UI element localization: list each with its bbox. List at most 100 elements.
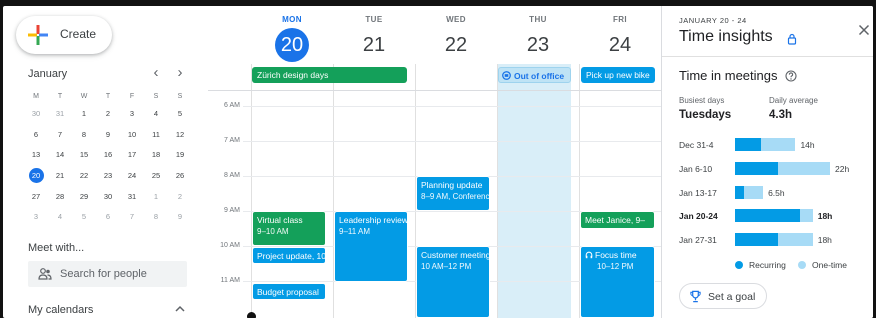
meetings-bar-row: Jan 27-31 18h xyxy=(662,233,873,247)
mini-calendar-day[interactable]: 2 xyxy=(96,104,120,125)
day-of-week: MON xyxy=(282,15,302,24)
weekday-header: S xyxy=(153,93,159,100)
day-number: 13 xyxy=(31,150,41,160)
busiest-days-value: Tuesdays xyxy=(679,109,732,121)
mini-calendar-day[interactable]: 15 xyxy=(72,145,96,166)
calendar-event[interactable]: Customer meeting 10 AM–12 PM xyxy=(416,246,490,318)
calendar-event[interactable]: Meet Janice, 9– xyxy=(580,211,655,229)
calendar-event[interactable]: Budget proposal xyxy=(252,283,326,300)
mini-calendar-day[interactable]: 4 xyxy=(144,104,168,125)
mini-calendar-day[interactable]: 31 xyxy=(48,104,72,125)
mini-calendar-day[interactable]: 25 xyxy=(144,166,168,187)
mini-calendar-day[interactable]: 14 xyxy=(48,145,72,166)
day-column-divider xyxy=(251,64,252,318)
day-number: 2 xyxy=(177,191,183,201)
mini-calendar-day[interactable]: 1 xyxy=(144,187,168,208)
mini-calendar-day[interactable]: 5 xyxy=(72,207,96,228)
weekday-header: M xyxy=(33,93,39,100)
mini-calendar-day[interactable]: 8 xyxy=(144,207,168,228)
time-insights-panel: JANUARY 20 - 24 Time insights Time in me… xyxy=(661,6,873,318)
mini-calendar-day[interactable]: 22 xyxy=(72,166,96,187)
mini-calendar-day[interactable]: 7 xyxy=(120,207,144,228)
mini-calendar-day[interactable]: 2 xyxy=(168,187,192,208)
day-header-tue[interactable]: TUE 21 xyxy=(333,6,415,62)
event-title: Out of office xyxy=(514,71,565,81)
mini-calendar-day[interactable]: 1 xyxy=(72,104,96,125)
day-number: 19 xyxy=(175,150,185,160)
weekday-header: F xyxy=(129,93,135,100)
close-icon[interactable] xyxy=(858,24,870,36)
mini-calendar-day[interactable]: 6 xyxy=(24,125,48,146)
mini-calendar-day[interactable]: 16 xyxy=(96,145,120,166)
one-time-swatch xyxy=(798,261,806,269)
day-header-thu[interactable]: THU 23 xyxy=(497,6,579,62)
mini-calendar-day[interactable]: 7 xyxy=(48,125,72,146)
chevron-up-icon[interactable] xyxy=(173,303,187,315)
mini-calendar-day[interactable]: 13 xyxy=(24,145,48,166)
legend-label: One-time xyxy=(812,260,847,270)
week-label: Jan 20-24 xyxy=(679,211,718,221)
hour-label: 8 AM xyxy=(224,172,240,179)
event-title: Project update, 10 xyxy=(257,251,326,261)
mini-calendar-day[interactable]: 8 xyxy=(72,125,96,146)
mini-calendar-day[interactable]: 28 xyxy=(48,187,72,208)
bar-total-label: 14h xyxy=(800,140,815,150)
calendar-event[interactable]: Leadership review 9–11 AM xyxy=(334,211,408,282)
mini-calendar-day[interactable]: 3 xyxy=(120,104,144,125)
event-title: Pick up new bike xyxy=(586,70,650,80)
mini-calendar-day[interactable]: 21 xyxy=(48,166,72,187)
chevron-left-icon[interactable]: ‹ xyxy=(147,64,165,82)
recurring-swatch xyxy=(735,261,743,269)
mini-calendar-day[interactable]: 30 xyxy=(96,187,120,208)
event-title: Virtual class xyxy=(257,215,303,225)
mini-calendar-day[interactable]: 11 xyxy=(144,125,168,146)
calendar-event[interactable]: Project update, 10 xyxy=(252,247,326,264)
day-header-wed[interactable]: WED 22 xyxy=(415,6,497,62)
mini-calendar-day[interactable]: 4 xyxy=(48,207,72,228)
set-goal-button[interactable]: Set a goal xyxy=(679,283,767,309)
search-people-input[interactable]: Search for people xyxy=(28,261,187,287)
mini-calendar-day[interactable]: 27 xyxy=(24,187,48,208)
people-icon xyxy=(38,268,52,280)
mini-calendar-day[interactable]: 18 xyxy=(144,145,168,166)
weekday-header: S xyxy=(177,93,183,100)
create-button[interactable]: Create xyxy=(16,16,112,54)
day-number: 15 xyxy=(79,150,89,160)
mini-calendar-day[interactable]: 26 xyxy=(168,166,192,187)
hour-label: 6 AM xyxy=(224,102,240,109)
day-header-mon[interactable]: MON 20 xyxy=(251,6,333,62)
hour-gridline xyxy=(243,106,661,107)
mini-calendar-day[interactable]: 29 xyxy=(72,187,96,208)
mini-calendar-day[interactable]: 23 xyxy=(96,166,120,187)
calendar-event[interactable]: Planning update 8–9 AM, Conference xyxy=(416,176,490,211)
current-time-indicator xyxy=(247,312,256,318)
day-number: 5 xyxy=(81,212,87,222)
mini-calendar-day[interactable]: 5 xyxy=(168,104,192,125)
recurring-bar xyxy=(735,138,761,151)
mini-calendar-day[interactable]: 17 xyxy=(120,145,144,166)
chevron-right-icon[interactable]: › xyxy=(171,64,189,82)
bar-total-label: 22h xyxy=(835,164,850,174)
day-of-week: THU xyxy=(529,15,547,24)
mini-calendar-day[interactable]: 9 xyxy=(168,207,192,228)
help-icon[interactable] xyxy=(785,70,797,82)
my-calendars-heading: My calendars xyxy=(28,304,94,316)
calendar-event[interactable]: Focus time 10–12 PM xyxy=(580,246,655,318)
one-time-bar xyxy=(760,138,796,151)
mini-calendar-day[interactable]: 10 xyxy=(120,125,144,146)
one-time-bar xyxy=(799,209,813,222)
calendar-event[interactable]: Virtual class 9–10 AM xyxy=(252,211,326,246)
day-header-fri[interactable]: FRI 24 xyxy=(579,6,661,62)
mini-calendar-day[interactable]: 31 xyxy=(120,187,144,208)
mini-calendar-day[interactable]: 12 xyxy=(168,125,192,146)
mini-calendar-day[interactable]: 19 xyxy=(168,145,192,166)
mini-calendar-day[interactable]: 30 xyxy=(24,104,48,125)
mini-calendar-day[interactable]: 3 xyxy=(24,207,48,228)
mini-calendar-day[interactable]: 24 xyxy=(120,166,144,187)
mini-calendar-day[interactable]: 6 xyxy=(96,207,120,228)
mini-calendar-today[interactable]: 20 xyxy=(24,166,48,187)
out-of-office-event[interactable]: Out of office xyxy=(498,67,571,83)
mini-calendar-day[interactable]: 9 xyxy=(96,125,120,146)
all-day-event[interactable]: Pick up new bike xyxy=(581,67,655,83)
all-day-event[interactable]: Zürich design days xyxy=(252,67,407,83)
